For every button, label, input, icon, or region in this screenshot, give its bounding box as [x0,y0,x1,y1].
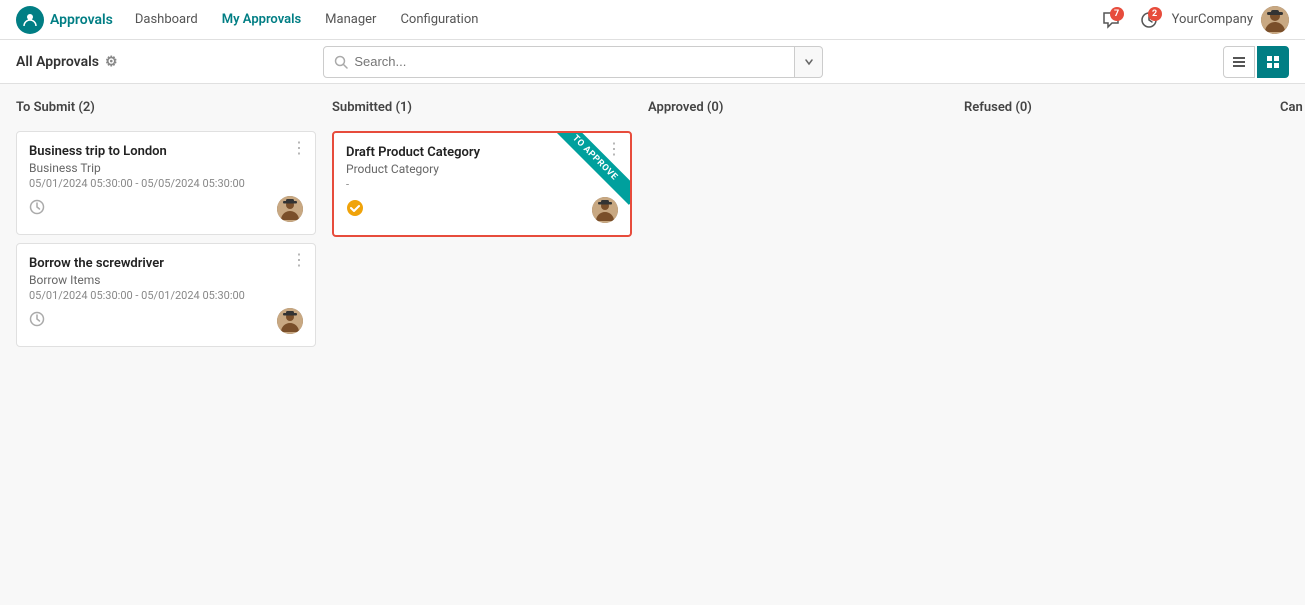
card-menu-icon[interactable]: ⋮ [291,140,307,156]
chevron-down-icon [804,57,814,67]
column-to-submit-header: To Submit (2) [16,100,316,121]
search-bar [323,46,795,78]
checkmark-icon [346,199,364,221]
subheader: All Approvals ⚙ [0,40,1305,84]
activities-button[interactable]: 2 [1134,5,1164,35]
card-business-trip[interactable]: ⋮ Business trip to London Business Trip … [16,131,316,235]
settings-gear-icon[interactable]: ⚙ [105,54,118,70]
brand-logo[interactable]: Approvals [16,6,113,34]
nav-configuration[interactable]: Configuration [390,0,488,40]
page-title-area: All Approvals ⚙ [16,54,118,70]
card-footer [346,197,618,223]
card-date: - [346,178,618,191]
search-icon [334,55,348,69]
kanban-view-button[interactable] [1257,46,1289,78]
list-view-button[interactable] [1223,46,1255,78]
card-menu-icon[interactable]: ⋮ [291,252,307,268]
card-avatar [277,196,303,222]
card-subtitle: Business Trip [29,161,303,175]
card-avatar [277,308,303,334]
column-cancelled: Can [1280,100,1305,131]
column-refused-header: Refused (0) [964,100,1264,121]
nav-my-approvals[interactable]: My Approvals [212,0,311,40]
kanban-board: To Submit (2) ⋮ Business trip to London … [0,84,1305,363]
card-borrow-screwdriver[interactable]: ⋮ Borrow the screwdriver Borrow Items 05… [16,243,316,347]
company-name[interactable]: YourCompany [1172,12,1253,27]
page-title: All Approvals [16,54,99,70]
column-submitted-header: Submitted (1) [332,100,632,121]
column-refused: Refused (0) [964,100,1264,131]
column-approved-header: Approved (0) [648,100,948,121]
card-subtitle: Borrow Items [29,273,303,287]
card-title: Draft Product Category [346,145,618,160]
column-submitted-cards: TO APPROVE ⋮ Draft Product Category Prod… [332,131,632,237]
card-subtitle: Product Category [346,162,618,176]
column-approved: Approved (0) [648,100,948,131]
brand-icon [16,6,44,34]
card-footer [29,196,303,222]
messages-button[interactable]: 7 [1096,5,1126,35]
topnav-right: 7 2 YourCompany [1096,5,1289,35]
card-title: Borrow the screwdriver [29,256,303,271]
activities-badge: 2 [1148,7,1162,21]
kanban-icon [1266,55,1280,69]
search-dropdown-button[interactable] [795,46,823,78]
top-navigation: Approvals Dashboard My Approvals Manager… [0,0,1305,40]
card-date: 05/01/2024 05:30:00 - 05/05/2024 05:30:0… [29,177,303,190]
list-icon [1232,55,1246,69]
card-draft-product[interactable]: TO APPROVE ⋮ Draft Product Category Prod… [332,131,632,237]
messages-badge: 7 [1110,7,1124,21]
nav-dashboard[interactable]: Dashboard [125,0,208,40]
card-menu-icon[interactable]: ⋮ [606,141,622,157]
card-title: Business trip to London [29,144,303,159]
search-input[interactable] [354,54,784,69]
card-avatar [592,197,618,223]
card-date: 05/01/2024 05:30:00 - 05/01/2024 05:30:0… [29,289,303,302]
brand-label: Approvals [50,12,113,28]
view-toggle [1223,46,1289,78]
user-avatar[interactable] [1261,6,1289,34]
column-to-submit-cards: ⋮ Business trip to London Business Trip … [16,131,316,347]
card-footer [29,308,303,334]
nav-manager[interactable]: Manager [315,0,386,40]
search-container [323,46,823,78]
column-to-submit: To Submit (2) ⋮ Business trip to London … [16,100,316,347]
clock-icon [29,311,45,331]
column-cancelled-header: Can [1280,100,1305,121]
clock-icon [29,199,45,219]
column-submitted: Submitted (1) TO APPROVE ⋮ Draft Product… [332,100,632,237]
